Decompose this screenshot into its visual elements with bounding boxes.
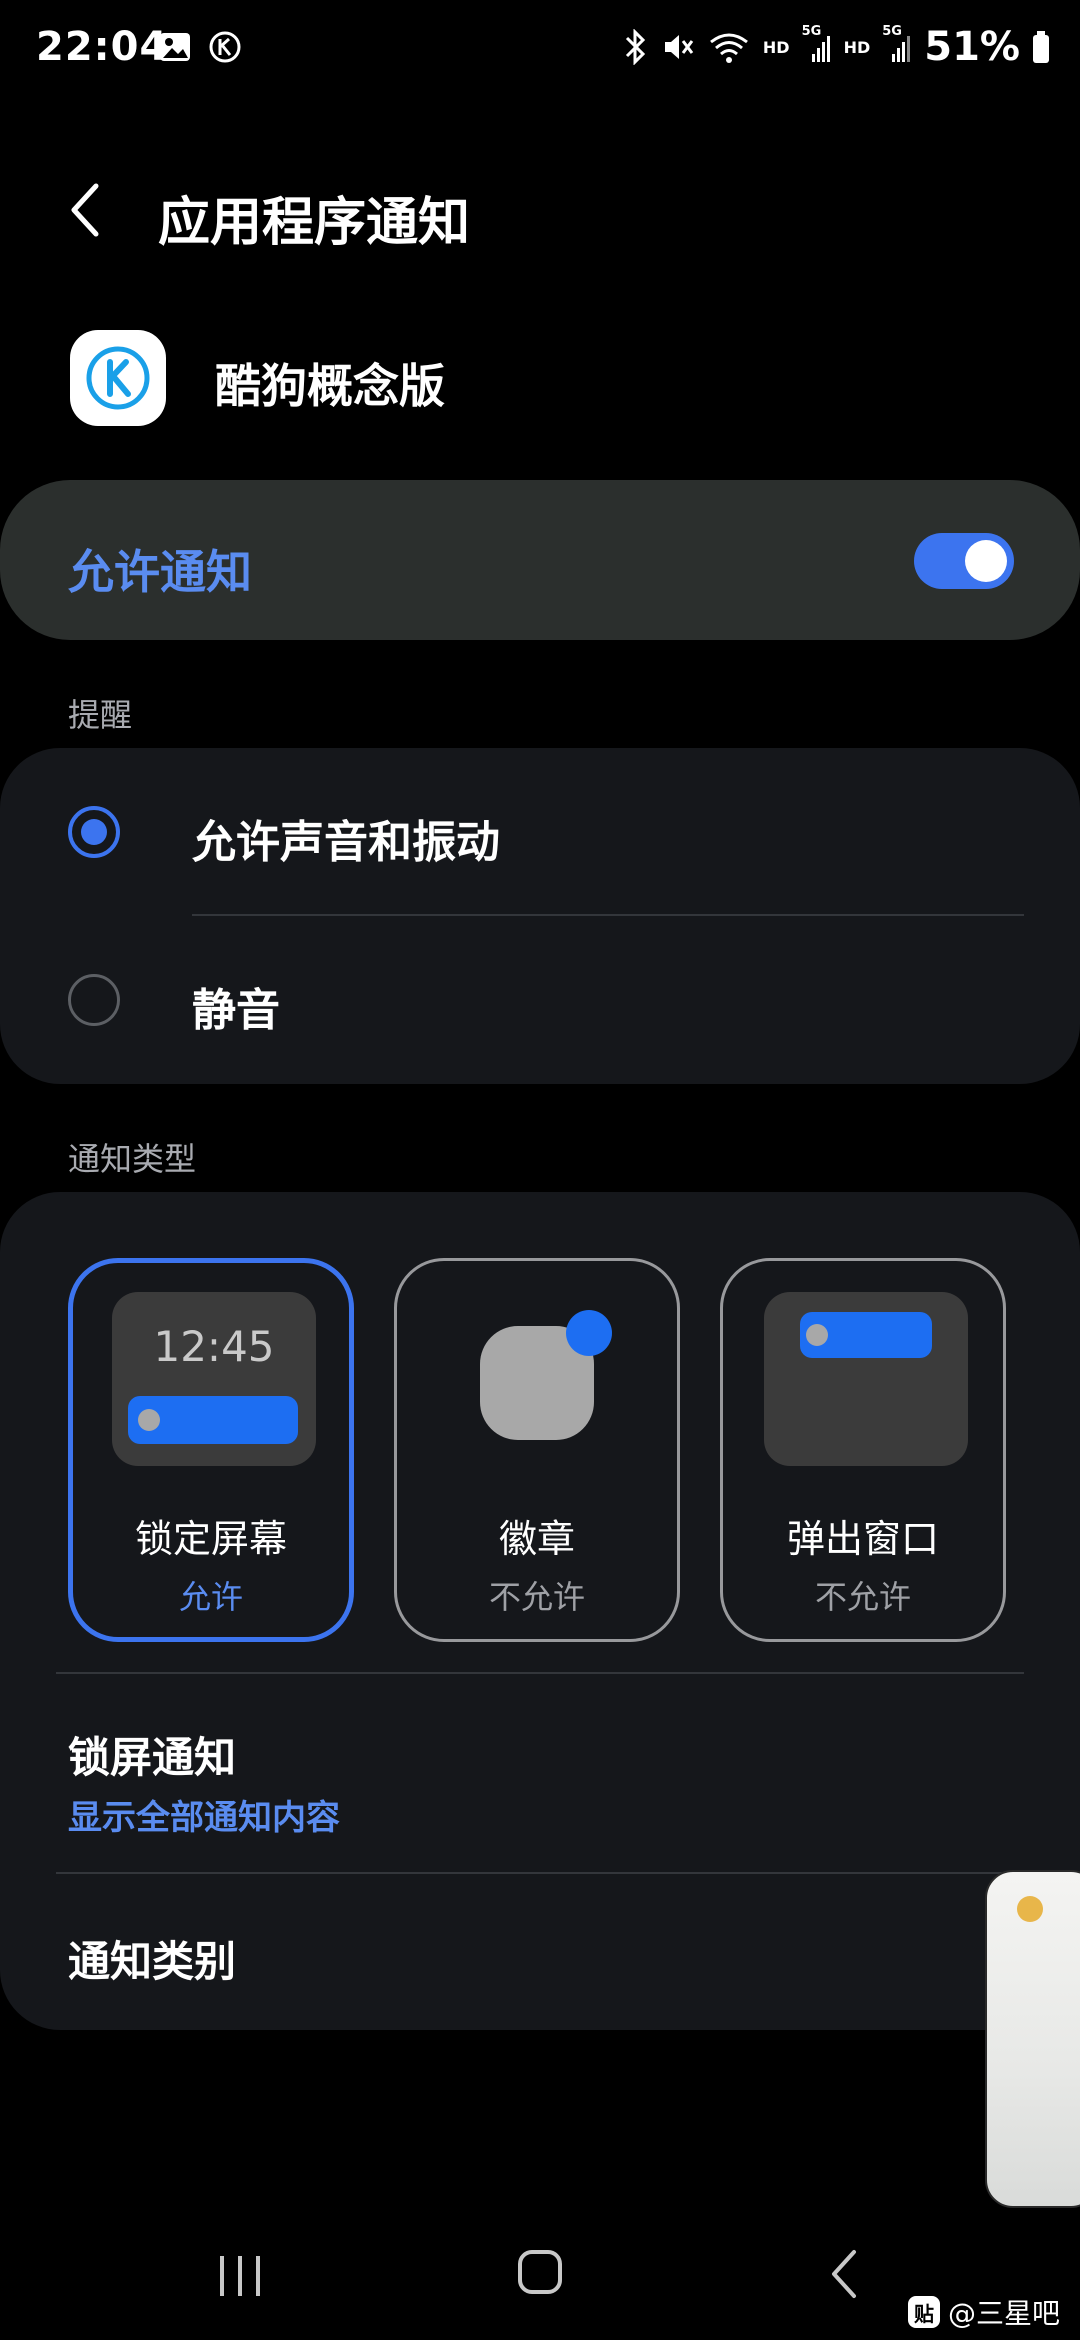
watermark: 贴 @三星吧 xyxy=(907,2292,1060,2332)
popup-tile-name: 弹出窗口 xyxy=(786,1517,939,1561)
status-right-icons: HD 5G HD 5G 51% xyxy=(621,24,1050,70)
sound-vibration-radio[interactable] xyxy=(68,806,120,858)
signal-icon-1: 5G xyxy=(802,24,832,64)
watermark-text: @三星吧 xyxy=(947,2297,1060,2330)
kugou-logo-icon xyxy=(86,346,150,410)
notification-categories-title: 通知类别 xyxy=(68,1937,237,1986)
badge-tile-status: 不允许 xyxy=(488,1578,585,1616)
gallery-icon xyxy=(158,30,192,64)
lock-screen-notifications-title: 锁屏通知 xyxy=(68,1733,237,1782)
page-title: 应用程序通知 xyxy=(158,193,471,253)
floating-window-thumbnail[interactable] xyxy=(985,1870,1080,2208)
hd-label-1: HD xyxy=(762,37,790,57)
status-time: 22:04 xyxy=(36,24,169,70)
badge-tile-name: 徽章 xyxy=(498,1517,575,1561)
silent-radio[interactable] xyxy=(68,974,120,1026)
app-name: 酷狗概念版 xyxy=(215,359,445,413)
battery-percent: 51% xyxy=(924,24,1020,70)
reminder-divider xyxy=(192,914,1024,916)
back-arrow-icon xyxy=(71,183,99,237)
lock-screen-tile-name: 锁定屏幕 xyxy=(134,1517,287,1561)
signal-icon-2: 5G xyxy=(882,24,912,64)
kugou-status-icon xyxy=(208,30,242,64)
back-button[interactable] xyxy=(66,180,106,240)
nav-back-icon xyxy=(832,2250,856,2298)
allow-notifications-toggle[interactable] xyxy=(914,533,1014,589)
lock-screen-notifications-value: 显示全部通知内容 xyxy=(68,1798,340,1838)
badge-dot-icon xyxy=(566,1310,612,1356)
hd-label-2: HD xyxy=(843,37,871,57)
allow-notifications-label: 允许通知 xyxy=(68,545,252,599)
popup-preview-notification-bar xyxy=(800,1312,932,1358)
battery-icon xyxy=(1032,30,1050,64)
popup-tile-status: 不允许 xyxy=(814,1578,911,1616)
wifi-icon xyxy=(707,30,751,64)
lock-screen-tile-status: 允许 xyxy=(178,1578,243,1616)
reminder-section-label: 提醒 xyxy=(68,696,133,734)
thumbnail-app-icon xyxy=(1017,1896,1043,1922)
status-bar: 22:04 HD 5G HD 5G 51% xyxy=(0,0,1080,100)
type-divider-1 xyxy=(56,1672,1024,1674)
bluetooth-icon xyxy=(621,29,649,65)
sound-vibration-label: 允许声音和振动 xyxy=(192,817,500,868)
toggle-knob xyxy=(965,540,1007,582)
fiveg-label-2: 5G xyxy=(882,24,902,39)
option-silent[interactable] xyxy=(0,946,1080,1058)
type-divider-2 xyxy=(56,1872,1024,1874)
option-sound-vibration[interactable] xyxy=(0,776,1080,888)
lock-preview-notification-bar xyxy=(128,1396,298,1444)
fiveg-label-1: 5G xyxy=(801,24,822,39)
status-left-icons xyxy=(158,30,242,64)
preview-time: 12:45 xyxy=(153,1322,275,1371)
notification-type-section-label: 通知类型 xyxy=(68,1140,197,1178)
app-icon xyxy=(70,330,166,426)
tieba-logo-icon: 贴 xyxy=(907,2296,940,2328)
nav-back-button[interactable] xyxy=(828,2248,860,2304)
silent-label: 静音 xyxy=(192,985,280,1036)
mute-icon xyxy=(661,30,695,64)
recents-icon xyxy=(220,2256,260,2296)
recents-button[interactable] xyxy=(218,2254,264,2302)
home-button[interactable] xyxy=(518,2250,562,2294)
